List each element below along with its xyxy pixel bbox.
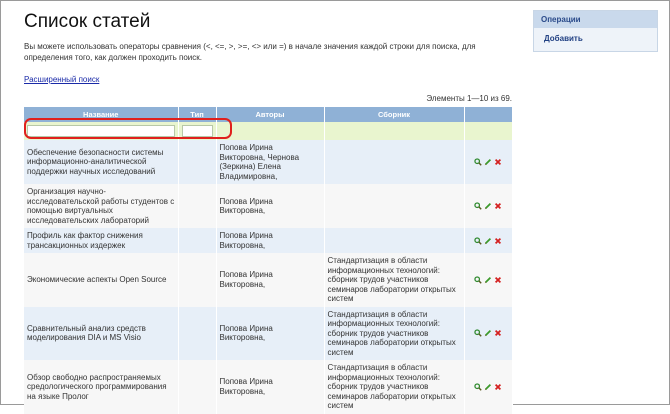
cell-collection: Стандартизация в области информационных …: [324, 253, 465, 307]
cell-collection: [324, 228, 465, 253]
pencil-icon[interactable]: [484, 158, 492, 166]
magnifier-icon[interactable]: [474, 383, 482, 391]
cell-authors: Попова Ирина Викторовна,: [216, 306, 325, 360]
cell-collection: Стандартизация в области информационных …: [324, 360, 465, 414]
pager-summary: Элементы 1—10 из 69.: [426, 94, 512, 103]
page-title: Список статей: [24, 11, 151, 32]
magnifier-icon[interactable]: [474, 329, 482, 338]
operations-sidebar: Операции Добавить: [533, 10, 658, 52]
cell-type: [178, 184, 217, 228]
red-x-icon[interactable]: [494, 202, 502, 210]
table-row: Обзор свободно распространяемых средолог…: [24, 360, 513, 414]
cell-title: Сравнительный анализ средств моделирован…: [24, 306, 179, 360]
cell-collection: [324, 184, 465, 228]
cell-authors: Попова Ирина Викторовна,: [216, 228, 325, 253]
magnifier-icon[interactable]: [474, 158, 482, 166]
pencil-icon[interactable]: [484, 276, 492, 284]
row-actions: [464, 306, 513, 360]
main-content: Список статей Вы можете использовать опе…: [24, 8, 514, 414]
cell-type: [178, 306, 217, 360]
articles-table: Название Тип Авторы Сборник Обеспечение …: [24, 107, 513, 414]
cell-type: [178, 360, 217, 414]
add-article-link[interactable]: Добавить: [534, 28, 657, 51]
red-x-icon[interactable]: [494, 329, 502, 337]
search-hint: Вы можете использовать операторы сравнен…: [24, 42, 476, 62]
cell-authors: Попова Ирина Викторовна,: [216, 253, 325, 307]
pencil-icon[interactable]: [484, 202, 492, 210]
pencil-icon[interactable]: [484, 237, 492, 245]
operations-header: Операции: [534, 11, 657, 28]
row-actions: [464, 184, 513, 228]
advanced-search-link[interactable]: Расширенный поиск: [24, 75, 99, 84]
magnifier-icon[interactable]: [474, 276, 482, 284]
cell-title: Профиль как фактор снижения трансакционн…: [24, 228, 179, 253]
cell-type: [178, 140, 217, 184]
column-header-collection[interactable]: Сборник: [324, 107, 465, 122]
row-actions: [464, 140, 513, 184]
column-header-authors[interactable]: Авторы: [216, 107, 325, 122]
cell-authors: Попова Ирина Викторовна, Чернова (Зеркин…: [216, 140, 325, 184]
red-x-icon[interactable]: [494, 383, 502, 391]
table-row: Экономические аспекты Open Source Попова …: [24, 253, 513, 307]
cell-title: Организация научно-исследовательской раб…: [24, 184, 179, 228]
cell-collection: Стандартизация в области информационных …: [324, 306, 465, 360]
red-x-icon[interactable]: [494, 276, 502, 284]
red-x-icon[interactable]: [494, 237, 502, 245]
red-x-icon[interactable]: [494, 158, 502, 166]
cell-collection: [324, 140, 465, 184]
row-actions: [464, 360, 513, 414]
cell-title: Обеспечение безопасности системы информа…: [24, 140, 179, 184]
magnifier-icon[interactable]: [474, 202, 482, 210]
cell-type: [178, 253, 217, 307]
table-row: Обеспечение безопасности системы информа…: [24, 140, 513, 184]
pencil-icon[interactable]: [484, 329, 492, 337]
magnifier-icon[interactable]: [474, 236, 482, 245]
pencil-icon[interactable]: [484, 383, 492, 391]
cell-authors: Попова Ирина Викторовна,: [216, 184, 325, 228]
filter-highlight-annotation: [24, 118, 232, 139]
cell-authors: Попова Ирина Викторовна,: [216, 360, 325, 414]
table-row: Сравнительный анализ средств моделирован…: [24, 306, 513, 360]
table-row: Профиль как фактор снижения трансакционн…: [24, 228, 513, 253]
table-row: Организация научно-исследовательской раб…: [24, 184, 513, 228]
row-actions: [464, 253, 513, 307]
cell-title: Экономические аспекты Open Source: [24, 253, 179, 307]
cell-title: Обзор свободно распространяемых средолог…: [24, 360, 179, 414]
cell-type: [178, 228, 217, 253]
column-header-actions: [464, 107, 513, 122]
row-actions: [464, 228, 513, 253]
